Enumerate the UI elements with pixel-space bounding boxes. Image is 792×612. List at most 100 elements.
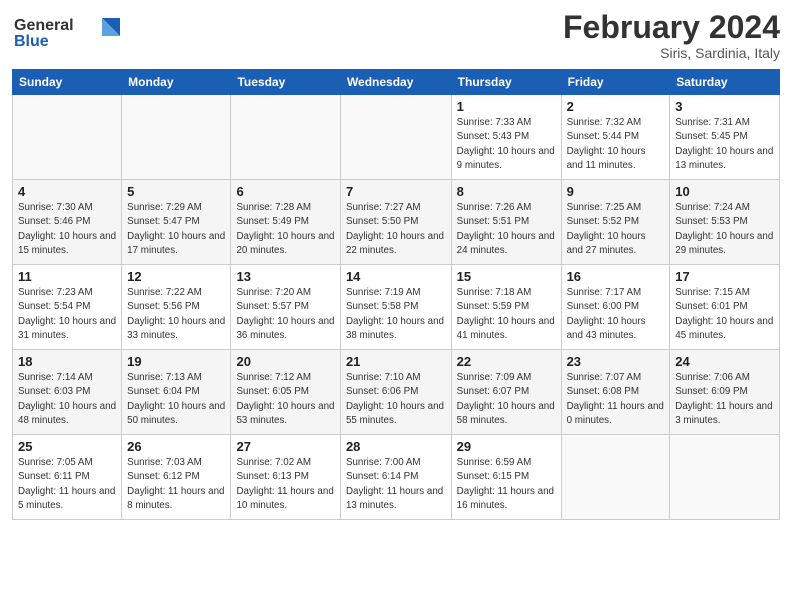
calendar-header-row: Sunday Monday Tuesday Wednesday Thursday…	[13, 70, 780, 95]
day-info: Sunrise: 7:31 AM Sunset: 5:45 PM Dayligh…	[675, 116, 774, 173]
day-info: Sunrise: 7:14 AM Sunset: 6:03 PM Dayligh…	[18, 371, 116, 428]
day-info: Sunrise: 7:06 AM Sunset: 6:09 PM Dayligh…	[675, 371, 774, 428]
day-number: 3	[675, 99, 774, 114]
calendar-cell: 19Sunrise: 7:13 AM Sunset: 6:04 PM Dayli…	[122, 350, 231, 435]
calendar-cell	[340, 95, 451, 180]
day-number: 9	[567, 184, 665, 199]
calendar-cell: 16 Sunrise: 7:17 AM Sunset: 6:00 PM Dayli…	[561, 265, 670, 350]
calendar-cell: 18 Sunrise: 7:14 AM Sunset: 6:03 PM Dayli…	[13, 350, 122, 435]
day-number: 4	[18, 184, 116, 199]
month-title: February 2024	[563, 10, 780, 45]
day-number: 8	[457, 184, 556, 199]
day-info: Sunrise: 7:20 AM Sunset: 5:57 PM Dayligh…	[236, 286, 334, 343]
day-number: 25	[18, 439, 116, 454]
day-info: Sunrise: 7:17 AM Sunset: 6:00 PM Dayligh…	[567, 286, 665, 343]
day-info: Sunrise: 7:00 AM Sunset: 6:14 PM Dayligh…	[346, 456, 446, 513]
day-info: Sunrise: 7:02 AM Sunset: 6:13 PM Dayligh…	[236, 456, 334, 513]
day-number: 16	[567, 269, 665, 284]
title-area: February 2024 Siris, Sardinia, Italy	[563, 10, 780, 61]
day-info: Sunrise: 7:09 AM Sunset: 6:07 PM Dayligh…	[457, 371, 556, 428]
page: General Blue February 2024 Siris, Sardin…	[0, 0, 792, 612]
calendar-cell: 22 Sunrise: 7:09 AM Sunset: 6:07 PM Dayli…	[451, 350, 561, 435]
calendar-cell: 17 Sunrise: 7:15 AM Sunset: 6:01 PM Dayli…	[670, 265, 780, 350]
day-number: 17	[675, 269, 774, 284]
calendar-cell: 1Sunrise: 7:33 AM Sunset: 5:43 PM Daylig…	[451, 95, 561, 180]
day-info: Sunrise: 7:29 AM Sunset: 5:47 PM Dayligh…	[127, 201, 225, 258]
day-number: 27	[236, 439, 334, 454]
svg-text:Blue: Blue	[14, 33, 49, 50]
day-info: Sunrise: 7:12 AM Sunset: 6:05 PM Dayligh…	[236, 371, 334, 428]
calendar-cell: 7Sunrise: 7:27 AM Sunset: 5:50 PM Daylig…	[340, 180, 451, 265]
day-number: 15	[457, 269, 556, 284]
day-number: 6	[236, 184, 334, 199]
day-info: Sunrise: 7:03 AM Sunset: 6:12 PM Dayligh…	[127, 456, 225, 513]
day-number: 10	[675, 184, 774, 199]
day-info: Sunrise: 7:05 AM Sunset: 6:11 PM Dayligh…	[18, 456, 116, 513]
day-number: 28	[346, 439, 446, 454]
calendar-week-5: 25 Sunrise: 7:05 AM Sunset: 6:11 PM Dayli…	[13, 435, 780, 520]
day-info: Sunrise: 7:19 AM Sunset: 5:58 PM Dayligh…	[346, 286, 446, 343]
col-tuesday: Tuesday	[231, 70, 340, 95]
logo: General Blue	[12, 10, 122, 57]
day-number: 18	[18, 354, 116, 369]
calendar-cell: 27 Sunrise: 7:02 AM Sunset: 6:13 PM Dayli…	[231, 435, 340, 520]
day-number: 5	[127, 184, 225, 199]
col-thursday: Thursday	[451, 70, 561, 95]
calendar-cell: 12Sunrise: 7:22 AM Sunset: 5:56 PM Dayli…	[122, 265, 231, 350]
calendar-cell: 23 Sunrise: 7:07 AM Sunset: 6:08 PM Dayli…	[561, 350, 670, 435]
day-info: Sunrise: 7:25 AM Sunset: 5:52 PM Dayligh…	[567, 201, 665, 258]
day-info: Sunrise: 7:26 AM Sunset: 5:51 PM Dayligh…	[457, 201, 556, 258]
calendar-cell	[122, 95, 231, 180]
col-monday: Monday	[122, 70, 231, 95]
day-number: 26	[127, 439, 225, 454]
day-info: Sunrise: 7:07 AM Sunset: 6:08 PM Dayligh…	[567, 371, 665, 428]
calendar-cell: 9 Sunrise: 7:25 AM Sunset: 5:52 PM Daylig…	[561, 180, 670, 265]
calendar-cell	[13, 95, 122, 180]
calendar-cell	[231, 95, 340, 180]
calendar-cell: 10Sunrise: 7:24 AM Sunset: 5:53 PM Dayli…	[670, 180, 780, 265]
day-info: Sunrise: 7:32 AM Sunset: 5:44 PM Dayligh…	[567, 116, 665, 173]
calendar-cell: 6 Sunrise: 7:28 AM Sunset: 5:49 PM Daylig…	[231, 180, 340, 265]
col-saturday: Saturday	[670, 70, 780, 95]
calendar-cell	[670, 435, 780, 520]
day-number: 29	[457, 439, 556, 454]
calendar-week-4: 18 Sunrise: 7:14 AM Sunset: 6:03 PM Dayli…	[13, 350, 780, 435]
day-info: Sunrise: 7:30 AM Sunset: 5:46 PM Dayligh…	[18, 201, 116, 258]
col-sunday: Sunday	[13, 70, 122, 95]
logo-text: General Blue	[12, 10, 122, 57]
day-info: Sunrise: 7:33 AM Sunset: 5:43 PM Dayligh…	[457, 116, 556, 173]
day-info: Sunrise: 7:10 AM Sunset: 6:06 PM Dayligh…	[346, 371, 446, 428]
calendar: Sunday Monday Tuesday Wednesday Thursday…	[12, 69, 780, 520]
calendar-cell: 28 Sunrise: 7:00 AM Sunset: 6:14 PM Dayli…	[340, 435, 451, 520]
calendar-cell: 26 Sunrise: 7:03 AM Sunset: 6:12 PM Dayli…	[122, 435, 231, 520]
day-number: 24	[675, 354, 774, 369]
day-number: 21	[346, 354, 446, 369]
header: General Blue February 2024 Siris, Sardin…	[12, 10, 780, 61]
calendar-cell: 21 Sunrise: 7:10 AM Sunset: 6:06 PM Dayli…	[340, 350, 451, 435]
col-friday: Friday	[561, 70, 670, 95]
calendar-cell: 8 Sunrise: 7:26 AM Sunset: 5:51 PM Daylig…	[451, 180, 561, 265]
calendar-cell: 4 Sunrise: 7:30 AM Sunset: 5:46 PM Daylig…	[13, 180, 122, 265]
day-info: Sunrise: 7:13 AM Sunset: 6:04 PM Dayligh…	[127, 371, 225, 428]
day-number: 22	[457, 354, 556, 369]
svg-text:General: General	[14, 17, 74, 34]
calendar-cell: 24 Sunrise: 7:06 AM Sunset: 6:09 PM Dayli…	[670, 350, 780, 435]
day-info: Sunrise: 7:28 AM Sunset: 5:49 PM Dayligh…	[236, 201, 334, 258]
day-number: 14	[346, 269, 446, 284]
calendar-cell: 2 Sunrise: 7:32 AM Sunset: 5:44 PM Daylig…	[561, 95, 670, 180]
calendar-cell: 29Sunrise: 6:59 AM Sunset: 6:15 PM Dayli…	[451, 435, 561, 520]
day-info: Sunrise: 7:23 AM Sunset: 5:54 PM Dayligh…	[18, 286, 116, 343]
day-number: 2	[567, 99, 665, 114]
day-number: 23	[567, 354, 665, 369]
calendar-week-1: 1Sunrise: 7:33 AM Sunset: 5:43 PM Daylig…	[13, 95, 780, 180]
col-wednesday: Wednesday	[340, 70, 451, 95]
day-number: 20	[236, 354, 334, 369]
location: Siris, Sardinia, Italy	[563, 45, 780, 61]
day-number: 13	[236, 269, 334, 284]
calendar-cell: 5 Sunrise: 7:29 AM Sunset: 5:47 PM Daylig…	[122, 180, 231, 265]
day-number: 7	[346, 184, 446, 199]
day-info: Sunrise: 7:15 AM Sunset: 6:01 PM Dayligh…	[675, 286, 774, 343]
calendar-cell: 13 Sunrise: 7:20 AM Sunset: 5:57 PM Dayli…	[231, 265, 340, 350]
calendar-cell	[561, 435, 670, 520]
day-info: Sunrise: 7:22 AM Sunset: 5:56 PM Dayligh…	[127, 286, 225, 343]
